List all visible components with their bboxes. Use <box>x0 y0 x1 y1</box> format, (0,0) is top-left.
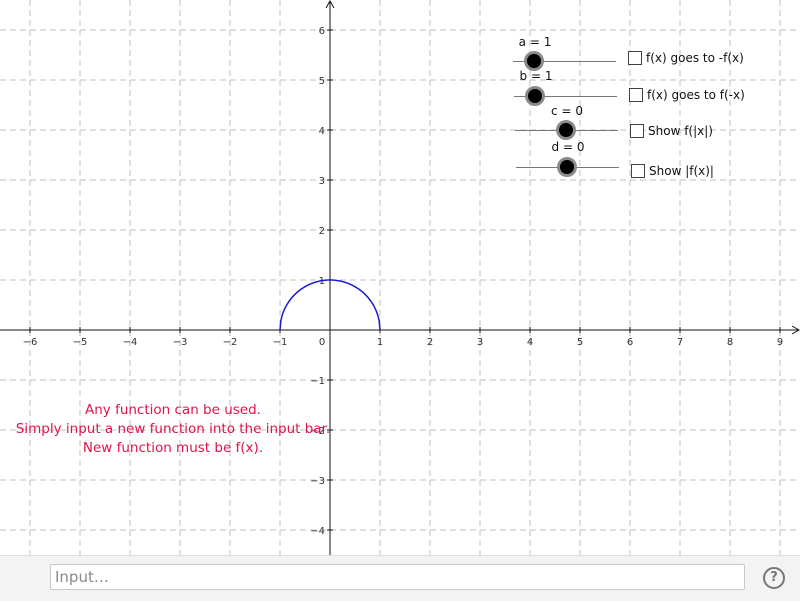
x-tick-label: 6 <box>627 337 633 348</box>
checkbox-box[interactable] <box>629 88 643 102</box>
x-tick-label: −5 <box>73 337 88 348</box>
x-tick-label: 8 <box>727 337 733 348</box>
instruction-note: Any function can be used. Simply input a… <box>0 401 346 458</box>
checkbox-box[interactable] <box>631 164 645 178</box>
x-tick-label: 5 <box>577 337 583 348</box>
checkbox-box[interactable] <box>628 51 642 65</box>
y-tick-label: −4 <box>310 526 325 537</box>
x-tick-label: −4 <box>123 337 138 348</box>
y-tick-label: 6 <box>319 26 325 37</box>
checkbox-label: Show |f(x)| <box>649 164 714 178</box>
coordinate-plane[interactable]: −6 −5 −4 −3 −2 −1 0 1 2 3 4 5 6 7 8 9−4−3−2−1123456 <box>0 0 800 555</box>
x-tick-label: −6 <box>23 337 38 348</box>
y-tick-label: 4 <box>319 126 325 137</box>
x-tick-label: 0 <box>319 337 325 348</box>
x-tick-label: 3 <box>477 337 483 348</box>
x-tick-label: −3 <box>173 337 188 348</box>
slider-d-label: d = 0 <box>551 140 585 154</box>
checkbox-f-abs-x[interactable]: Show f(|x|) <box>630 124 713 138</box>
y-tick-label: 5 <box>319 76 325 87</box>
note-line-1: Any function can be used. <box>85 402 261 418</box>
checkbox-abs-f[interactable]: Show |f(x)| <box>631 164 714 178</box>
slider-b-label: b = 1 <box>519 69 553 83</box>
note-line-3: New function must be f(x). <box>82 440 264 456</box>
slider-b-knob[interactable] <box>528 89 542 103</box>
y-tick-label: −1 <box>310 376 325 387</box>
checkbox-label: Show f(|x|) <box>648 124 713 138</box>
y-tick-label: 3 <box>319 176 325 187</box>
checkbox-negate-f[interactable]: f(x) goes to -f(x) <box>628 51 744 65</box>
y-tick-label: 2 <box>319 226 325 237</box>
input-field[interactable] <box>50 564 745 590</box>
slider-a-label: a = 1 <box>518 35 552 49</box>
checkbox-reflect-x[interactable]: f(x) goes to f(-x) <box>629 88 745 102</box>
x-tick-label: 2 <box>427 337 433 348</box>
x-tick-label: 9 <box>777 337 783 348</box>
x-tick-label: 4 <box>527 337 533 348</box>
x-tick-label: 1 <box>377 337 383 348</box>
checkbox-box[interactable] <box>630 124 644 138</box>
input-bar <box>0 555 800 601</box>
graphics-view[interactable]: −6 −5 −4 −3 −2 −1 0 1 2 3 4 5 6 7 8 9 −4 −3 −2 −1 1 2 3 4 5 6 <box>0 0 800 555</box>
checkbox-label: f(x) goes to -f(x) <box>646 51 744 65</box>
note-line-2: Simply input a new function into the inp… <box>15 421 331 437</box>
x-tick-label: 7 <box>677 337 683 348</box>
slider-c-knob[interactable] <box>559 123 573 137</box>
y-tick-label: −3 <box>310 476 325 487</box>
x-tick-label: −2 <box>223 337 238 348</box>
slider-a-knob[interactable] <box>527 54 541 68</box>
slider-d-knob[interactable] <box>560 160 574 174</box>
slider-c-label: c = 0 <box>551 104 583 118</box>
x-tick-label: −1 <box>273 337 288 348</box>
help-icon[interactable]: ? <box>763 567 785 589</box>
checkbox-label: f(x) goes to f(-x) <box>647 88 745 102</box>
